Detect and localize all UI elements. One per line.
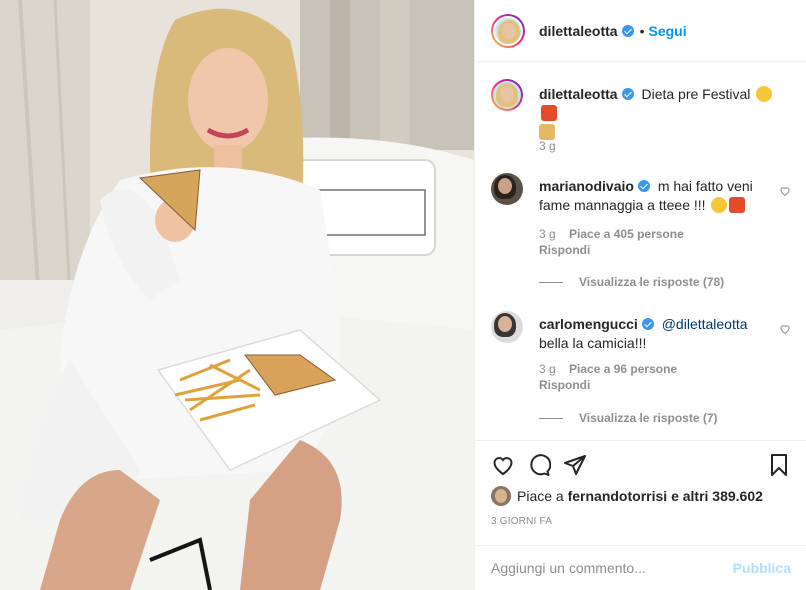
comment-text: marianodivaio m hai fatto veni fame mann… bbox=[539, 177, 783, 215]
verified-badge-icon bbox=[621, 88, 634, 100]
comment-time: 3 g bbox=[539, 227, 556, 241]
replies-divider bbox=[539, 281, 563, 283]
comment-username[interactable]: marianodivaio bbox=[539, 178, 634, 194]
comment-meta: 3 g Piace a 96 persone bbox=[539, 362, 687, 376]
post-details-panel: dilettaleotta • Segui dilettaleotta Diet… bbox=[474, 0, 806, 590]
comment-body: bella la camicia!!! bbox=[539, 335, 647, 351]
heart-icon[interactable] bbox=[491, 453, 515, 477]
comment-likes-count[interactable]: Piace a 405 persone bbox=[569, 227, 684, 241]
caption-body: Dieta pre Festival bbox=[641, 86, 751, 102]
caption-avatar[interactable] bbox=[491, 79, 523, 111]
liker-username[interactable]: fernandotorrisi bbox=[568, 488, 668, 504]
view-replies-label: Visualizza le risposte (78) bbox=[579, 275, 725, 289]
separator-dot: • bbox=[639, 22, 645, 39]
yum-emoji-icon bbox=[711, 197, 728, 213]
comment-likes-count[interactable]: Piace a 96 persone bbox=[569, 362, 677, 376]
comment-time: 3 g bbox=[539, 362, 556, 376]
commenter-avatar[interactable] bbox=[491, 173, 523, 205]
caption-username[interactable]: dilettaleotta bbox=[539, 86, 618, 102]
post-timestamp: 3 GIORNI FA bbox=[491, 516, 553, 527]
action-bar bbox=[475, 440, 806, 490]
likes-prefix: Piace a bbox=[517, 488, 564, 504]
bookmark-icon[interactable] bbox=[767, 453, 791, 477]
comment-like-heart-icon[interactable] bbox=[779, 323, 791, 335]
laughing-emoji-icon bbox=[756, 86, 773, 102]
reply-button[interactable]: Rispondi bbox=[539, 243, 590, 257]
likes-summary: Piace a fernandotorrisi e altri 389.602 bbox=[491, 486, 763, 506]
follow-button[interactable]: Segui bbox=[648, 23, 686, 39]
post-header: dilettaleotta • Segui bbox=[475, 0, 806, 62]
share-icon[interactable] bbox=[563, 453, 587, 477]
replies-divider bbox=[539, 417, 563, 419]
fries-emoji-icon bbox=[729, 197, 746, 213]
view-replies-button[interactable]: Visualizza le risposte (7) bbox=[539, 411, 718, 425]
verified-badge-icon bbox=[637, 180, 650, 192]
reply-button[interactable]: Rispondi bbox=[539, 378, 590, 392]
comment-meta: 3 g Piace a 405 persone bbox=[539, 227, 694, 241]
add-comment-bar: Pubblica bbox=[475, 545, 806, 590]
comment-icon[interactable] bbox=[527, 453, 551, 477]
verified-badge-icon bbox=[641, 318, 654, 330]
caption-time: 3 g bbox=[539, 139, 556, 153]
author-username[interactable]: dilettaleotta bbox=[539, 23, 618, 39]
comment-mention[interactable]: @dilettaleotta bbox=[662, 316, 748, 332]
comment-text: carlomengucci @dilettaleotta bella la ca… bbox=[539, 315, 783, 353]
comment-like-heart-icon[interactable] bbox=[779, 185, 791, 197]
post-image bbox=[0, 0, 474, 590]
fries-emoji-icon bbox=[541, 105, 557, 121]
view-replies-label: Visualizza le risposte (7) bbox=[579, 411, 718, 425]
liker-avatar[interactable] bbox=[491, 486, 511, 506]
instagram-post: dilettaleotta • Segui dilettaleotta Diet… bbox=[0, 0, 806, 590]
comment-input[interactable] bbox=[475, 560, 715, 576]
publish-button[interactable]: Pubblica bbox=[733, 560, 791, 576]
author-avatar[interactable] bbox=[491, 13, 525, 48]
comment-username[interactable]: carlomengucci bbox=[539, 316, 638, 332]
commenter-avatar[interactable] bbox=[491, 311, 523, 343]
caption-text: dilettaleotta Dieta pre Festival bbox=[539, 85, 783, 142]
comments-section[interactable]: dilettaleotta Dieta pre Festival 3 g mar… bbox=[475, 63, 806, 439]
view-replies-button[interactable]: Visualizza le risposte (78) bbox=[539, 275, 724, 289]
likes-others[interactable]: e altri 389.602 bbox=[671, 488, 763, 504]
sandwich-emoji-icon bbox=[539, 124, 555, 140]
post-photo[interactable] bbox=[0, 0, 474, 590]
verified-badge-icon bbox=[621, 24, 634, 37]
